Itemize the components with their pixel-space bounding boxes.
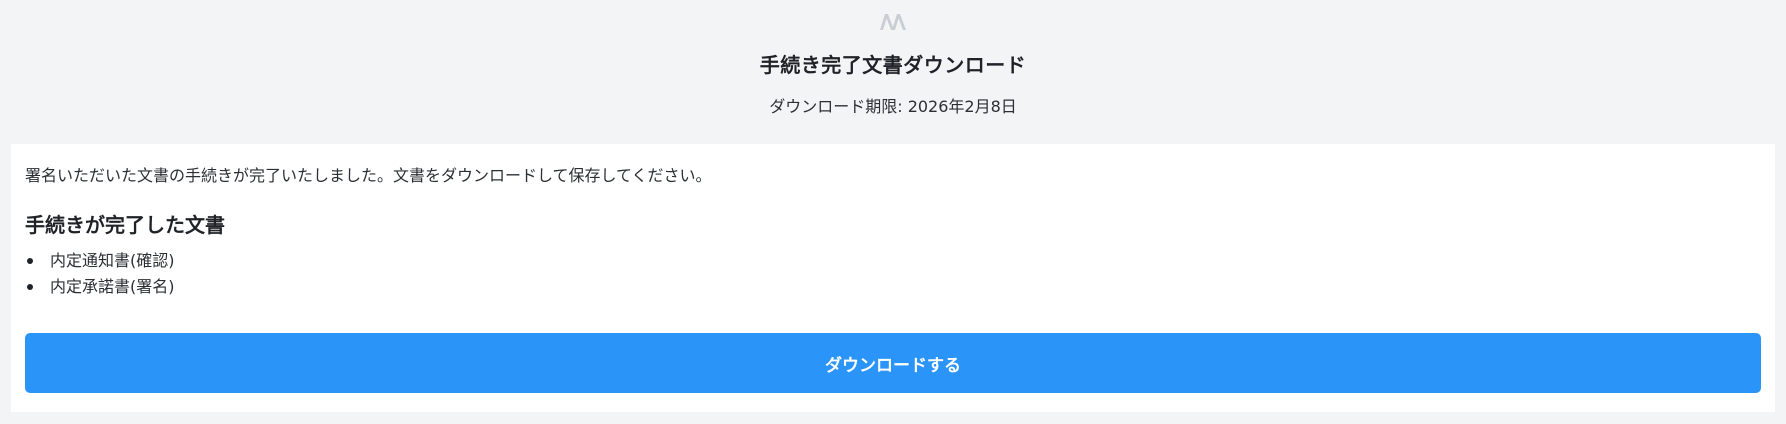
content-card: 署名いただいた文書の手続きが完了いたしました。文書をダウンロードして保存してくだ… — [11, 144, 1775, 412]
download-button[interactable]: ダウンロードする — [25, 333, 1761, 393]
list-item: 内定承諾書(署名) — [25, 274, 1761, 300]
document-name: 内定承諾書(署名) — [50, 277, 175, 296]
page-title: 手続き完了文書ダウンロード — [759, 53, 1027, 77]
brand-logo-icon — [880, 14, 906, 30]
bullet-icon — [27, 258, 33, 264]
document-name: 内定通知書(確認) — [50, 251, 175, 270]
completed-documents-heading: 手続きが完了した文書 — [25, 213, 225, 237]
download-deadline: ダウンロード期限: 2026年2月8日 — [769, 97, 1017, 116]
bullet-icon — [27, 284, 33, 290]
intro-message: 署名いただいた文書の手続きが完了いたしました。文書をダウンロードして保存してくだ… — [25, 166, 712, 185]
list-item: 内定通知書(確認) — [25, 248, 1761, 274]
completed-documents-list: 内定通知書(確認) 内定承諾書(署名) — [25, 248, 1761, 300]
page-header: 手続き完了文書ダウンロード ダウンロード期限: 2026年2月8日 — [0, 0, 1786, 144]
